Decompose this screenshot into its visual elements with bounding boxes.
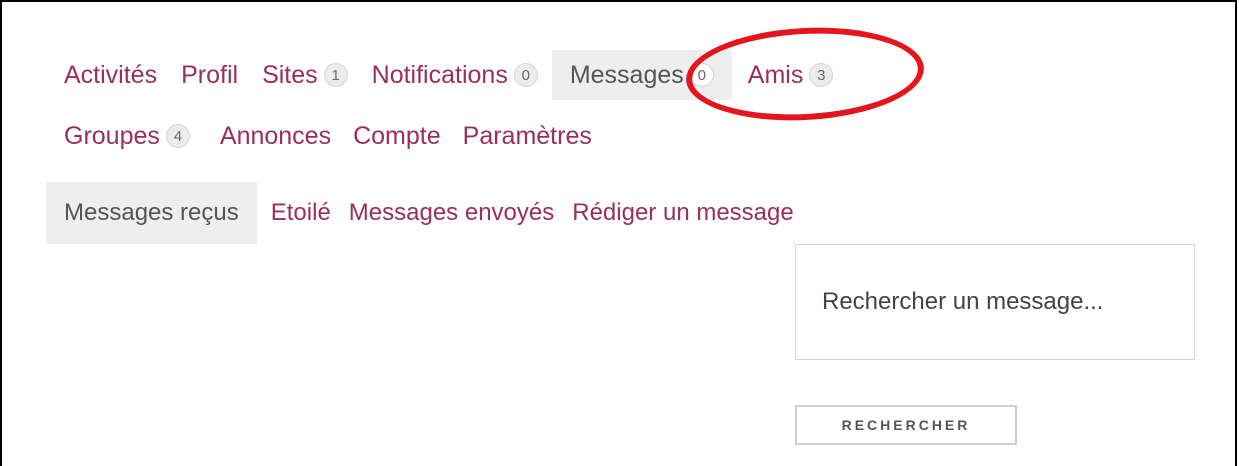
- nav-item-label: Profil: [181, 60, 239, 89]
- nav-item-amis[interactable]: Amis 3: [748, 61, 834, 90]
- search-button[interactable]: RECHERCHER: [795, 405, 1017, 445]
- primary-nav-row-2: Groupes 4 Annonces Compte Paramètres: [64, 117, 592, 155]
- nav-item-label: Activités: [64, 60, 158, 89]
- count-badge: 1: [323, 63, 348, 87]
- count-badge: 4: [165, 124, 190, 148]
- nav-item-label: Groupes: [64, 121, 160, 150]
- count-badge: 3: [809, 63, 834, 87]
- nav-item-label: Compte: [353, 121, 441, 150]
- search-box: [795, 244, 1195, 360]
- nav-item-parametres[interactable]: Paramètres: [463, 122, 592, 151]
- nav-item-sites[interactable]: Sites 1: [262, 61, 348, 90]
- nav-item-notifications[interactable]: Notifications 0: [372, 61, 538, 90]
- subnav-item-compose[interactable]: Rédiger un message: [572, 199, 793, 227]
- nav-item-annonces[interactable]: Annonces: [220, 122, 331, 151]
- nav-item-label: Amis: [747, 60, 804, 89]
- nav-item-profil[interactable]: Profil: [181, 61, 238, 90]
- nav-item-compte[interactable]: Compte: [353, 122, 441, 151]
- nav-item-label: Sites: [262, 60, 318, 89]
- subnav-item-sent[interactable]: Messages envoyés: [349, 199, 554, 227]
- nav-item-label: Notifications: [371, 60, 508, 89]
- subnav-item-inbox[interactable]: Messages reçus: [46, 182, 257, 244]
- primary-nav-row-1: Activités Profil Sites 1 Notifications 0…: [64, 50, 834, 100]
- count-badge: 0: [513, 63, 538, 87]
- nav-item-activites[interactable]: Activités: [64, 61, 157, 90]
- nav-item-label: Annonces: [219, 121, 332, 150]
- subnav-item-starred[interactable]: Etoilé: [271, 199, 331, 227]
- nav-item-messages[interactable]: Messages 0: [551, 50, 732, 100]
- nav-item-label: Paramètres: [462, 121, 592, 150]
- search-input[interactable]: [822, 245, 1194, 359]
- messages-subnav: Messages reçus Etoilé Messages envoyés R…: [46, 182, 812, 244]
- nav-item-groupes[interactable]: Groupes 4: [64, 122, 190, 151]
- count-badge: 0: [689, 63, 714, 87]
- nav-item-label: Messages: [569, 60, 684, 89]
